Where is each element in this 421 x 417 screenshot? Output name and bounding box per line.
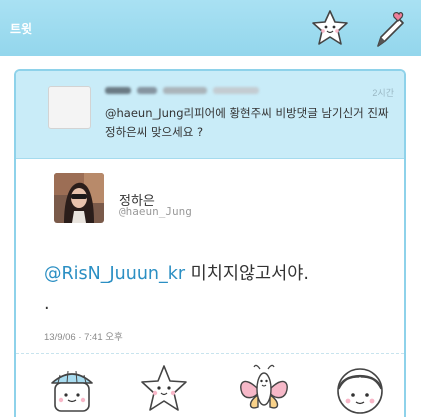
tweet-card: 2시간 @haeun_Jung리피어에 황현주씨 비방댓글 남기신거 진짜 정하… [14,69,406,417]
profile-photo [54,173,104,223]
tweet-body-tail: . [44,294,50,314]
house-face-icon[interactable] [44,361,100,417]
page-title: 트윗 [10,22,33,36]
tweet-text: @RisN_Juuun_kr 미치지않고서야. . [44,259,404,319]
mention-link[interactable]: @RisN_Juuun_kr [44,264,185,284]
star-face-icon[interactable] [310,8,350,48]
girl-face-icon[interactable] [332,361,388,417]
reply-timestamp: 2시간 [372,88,394,98]
top-bar: 트윗 [0,0,421,56]
in-reply-to-tweet[interactable]: 2시간 @haeun_Jung리피어에 황현주씨 비방댓글 남기신거 진짜 정하… [16,71,404,159]
action-bar [16,361,404,417]
tweet-body: 미치지않고서야. [185,264,309,284]
tweet-detail-screen: 트윗 2시간 @haeun_Jung리피어에 황현주씨 비방댓글 남기신거 진짜… [0,0,421,417]
butterfly-icon[interactable] [236,361,292,417]
divider [16,353,404,354]
compose-pencil-icon[interactable] [370,10,410,50]
tweet-timestamp: 13/9/06 · 7:41 오후 [44,332,123,343]
reply-text: @haeun_Jung리피어에 황현주씨 비방댓글 남기신거 진짜 정하은씨 맞… [105,106,389,139]
star-face-icon[interactable] [136,361,192,417]
reply-user-name-blurred [105,85,265,97]
avatar[interactable] [54,173,104,223]
reply-avatar[interactable] [48,86,91,129]
user-handle[interactable]: @haeun_Jung [119,205,192,218]
